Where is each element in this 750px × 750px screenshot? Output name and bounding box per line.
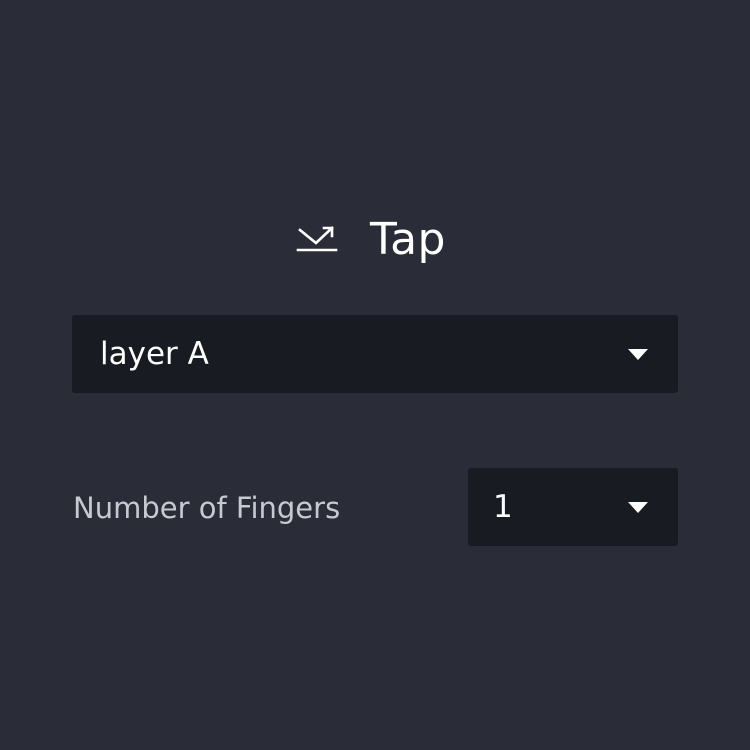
number-of-fingers-value: 1 xyxy=(493,488,513,525)
chevron-down-icon xyxy=(628,502,648,513)
number-of-fingers-select[interactable]: 1 xyxy=(468,468,678,546)
tap-gesture-icon xyxy=(296,226,338,252)
layer-select-value: layer A xyxy=(100,335,209,372)
tap-settings-panel: Tap layer A Number of Fingers 1 xyxy=(0,0,750,750)
panel-header: Tap xyxy=(0,205,750,275)
number-of-fingers-label: Number of Fingers xyxy=(73,490,341,525)
layer-select[interactable]: layer A xyxy=(72,315,678,393)
page-title: Tap xyxy=(370,214,446,265)
chevron-down-icon xyxy=(628,349,648,360)
